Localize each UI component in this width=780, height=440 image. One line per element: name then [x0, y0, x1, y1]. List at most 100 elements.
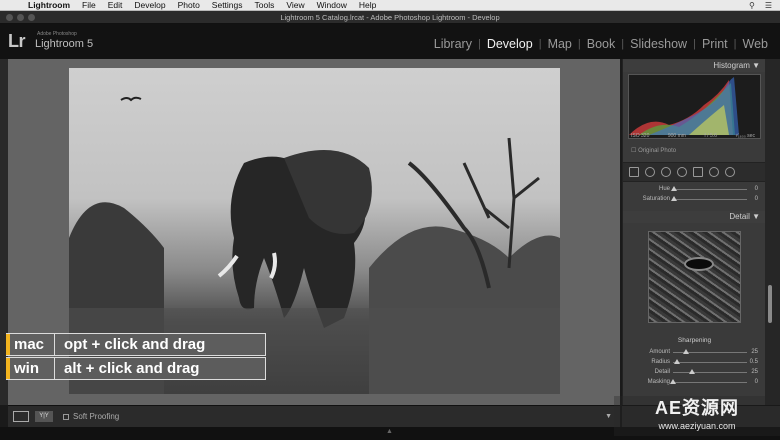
lightroom-logo: Lr: [8, 31, 26, 51]
sharpening-slider-row[interactable]: Detail 25: [623, 368, 766, 377]
watermark-title: AE资源网: [654, 398, 739, 418]
site-watermark: AE资源网 www.aeziyuan.com: [614, 396, 780, 436]
adjustment-brush-icon[interactable]: [725, 167, 735, 177]
window-title: Lightroom 5 Catalog.lrcat - Adobe Photos…: [280, 13, 500, 22]
original-photo-checkbox[interactable]: ☐ Original Photo: [631, 147, 676, 154]
menu-develop[interactable]: Develop: [128, 0, 171, 11]
before-after-button[interactable]: Y|Y: [35, 411, 53, 422]
menu-tools[interactable]: Tools: [249, 0, 281, 11]
bottom-toolbar: Y|Y Soft Proofing ▼: [8, 405, 620, 427]
module-library[interactable]: Library: [428, 37, 478, 51]
mac-shortcut-caption: mac opt + click and drag: [6, 333, 266, 356]
saturation-track[interactable]: [673, 199, 747, 200]
sharpening-slider-row[interactable]: Amount 25: [623, 348, 766, 357]
histogram-chart[interactable]: [628, 74, 761, 139]
top-panel: Lr Adobe Photoshop Lightroom 5 Library |…: [0, 24, 780, 59]
win-shortcut-caption: win alt + click and drag: [6, 357, 266, 380]
slider-knob[interactable]: [673, 359, 680, 364]
saturation-knob[interactable]: [671, 196, 677, 201]
slider-label: Amount: [649, 349, 670, 355]
slider-label: Radius: [651, 359, 670, 365]
slider-label: Masking: [647, 379, 670, 385]
sharpening-slider-row[interactable]: Radius 0.5: [623, 358, 766, 367]
toolbar-menu-icon[interactable]: ▼: [605, 413, 612, 420]
grid-overlay-icon[interactable]: [629, 167, 639, 177]
menu-view[interactable]: View: [280, 0, 310, 11]
checkbox-icon[interactable]: ☐: [631, 148, 636, 154]
hue-track[interactable]: [673, 189, 747, 190]
module-map[interactable]: Map: [542, 37, 578, 51]
slider-value[interactable]: 0: [755, 379, 758, 385]
soft-proofing-label: Soft Proofing: [73, 412, 120, 421]
slider-label: Detail: [654, 369, 670, 375]
saturation-slider-row[interactable]: Saturation 0: [623, 195, 766, 204]
right-panel-collapse[interactable]: [765, 59, 780, 405]
module-slideshow[interactable]: Slideshow: [624, 37, 693, 51]
original-photo-label: Original Photo: [638, 148, 677, 154]
slider-value[interactable]: 25: [751, 349, 758, 355]
histogram-panel-header[interactable]: Histogram ▼: [623, 60, 766, 72]
right-panel: Histogram ▼ ISO 320 900 mm f / 5.6 ¹⁄₁₆₀…: [622, 59, 766, 405]
window-controls: [6, 14, 35, 21]
filmstrip-toggle-icon[interactable]: ▲: [386, 428, 393, 435]
menubar-status-icons: ⚲ ☰: [749, 1, 780, 10]
saturation-label: Saturation: [642, 196, 670, 202]
aperture-readout: f / 5.6: [704, 133, 717, 139]
close-window-button[interactable]: [6, 14, 13, 21]
crop-tool-icon[interactable]: [645, 167, 655, 177]
slider-knob[interactable]: [682, 349, 689, 354]
detail-panel-header[interactable]: Detail ▼: [623, 211, 766, 223]
hue-value[interactable]: 0: [755, 186, 758, 192]
module-develop[interactable]: Develop: [481, 37, 539, 51]
menu-edit[interactable]: Edit: [102, 0, 129, 11]
list-icon[interactable]: ☰: [765, 1, 772, 10]
menu-help[interactable]: Help: [353, 0, 382, 11]
search-icon[interactable]: ⚲: [749, 1, 755, 10]
slider-value[interactable]: 25: [751, 369, 758, 375]
shutter-readout: ¹⁄₁₆₀₀ sec: [735, 133, 755, 139]
spot-removal-icon[interactable]: [661, 167, 671, 177]
module-web[interactable]: Web: [737, 37, 774, 51]
graduated-filter-icon[interactable]: [693, 167, 703, 177]
menu-lightroom[interactable]: Lightroom: [22, 0, 76, 11]
hue-label: Hue: [658, 186, 670, 192]
module-book[interactable]: Book: [581, 37, 622, 51]
slider-knob[interactable]: [670, 379, 676, 384]
slider-track[interactable]: [673, 372, 747, 373]
focal-length-readout: 900 mm: [667, 133, 686, 139]
iso-readout: ISO 320: [631, 133, 650, 139]
slider-value[interactable]: 0.5: [750, 359, 758, 365]
panel-scrollbar[interactable]: [768, 285, 772, 323]
radial-filter-icon[interactable]: [709, 167, 719, 177]
win-shortcut-keys: alt + click and drag: [64, 360, 200, 377]
zoom-window-button[interactable]: [28, 14, 35, 21]
zoomed-eye: [684, 257, 714, 271]
soft-proofing-checkbox[interactable]: [63, 413, 69, 420]
slider-track[interactable]: [673, 382, 747, 383]
minimize-window-button[interactable]: [17, 14, 24, 21]
mac-menubar: Lightroom File Edit Develop Photo Settin…: [0, 0, 780, 11]
slider-track[interactable]: [673, 362, 747, 363]
identity-plate-name: Lightroom 5: [35, 38, 94, 50]
loupe-view-button[interactable]: [13, 411, 29, 422]
mac-os-label: mac: [14, 336, 45, 353]
detail-zoom-preview[interactable]: [648, 231, 741, 323]
histogram-camera-info: ISO 320 900 mm f / 5.6 ¹⁄₁₆₀₀ sec: [628, 133, 758, 139]
develop-tool-strip: [623, 162, 766, 182]
slider-knob[interactable]: [688, 369, 695, 374]
menu-file[interactable]: File: [76, 0, 102, 11]
histogram-graph: [629, 77, 739, 135]
red-eye-icon[interactable]: [677, 167, 687, 177]
menu-settings[interactable]: Settings: [206, 0, 249, 11]
hue-knob[interactable]: [671, 186, 677, 191]
window-titlebar: Lightroom 5 Catalog.lrcat - Adobe Photos…: [0, 11, 780, 24]
module-picker: Library | Develop | Map | Book | Slidesh…: [428, 37, 774, 51]
mac-shortcut-keys: opt + click and drag: [64, 336, 206, 353]
saturation-value[interactable]: 0: [755, 196, 758, 202]
hue-slider-row[interactable]: Hue 0: [623, 185, 766, 194]
menu-window[interactable]: Window: [311, 0, 353, 11]
sharpening-slider-row[interactable]: Masking 0: [623, 378, 766, 387]
win-os-label: win: [14, 360, 39, 377]
module-print[interactable]: Print: [696, 37, 734, 51]
menu-photo[interactable]: Photo: [172, 0, 206, 11]
